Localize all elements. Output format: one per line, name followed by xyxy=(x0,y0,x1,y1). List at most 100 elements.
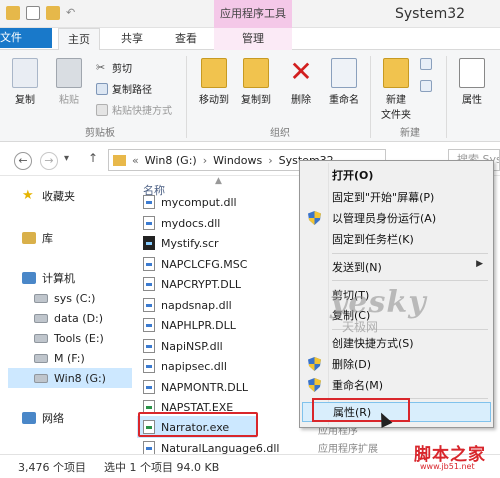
back-button[interactable]: ← xyxy=(14,152,32,170)
menu-item-open[interactable]: 打开(O) xyxy=(302,165,491,185)
nav-item-libraries[interactable]: 库 xyxy=(22,228,152,248)
nav-item-drive-g[interactable]: Win8 (G:) xyxy=(8,368,132,388)
clipboard-group-label: 剪贴板 xyxy=(85,128,115,139)
file-row[interactable]: mydocs.dll xyxy=(143,213,220,233)
delete-button[interactable]: ✕ 删除 xyxy=(286,55,316,107)
window-title: System32 xyxy=(395,6,466,22)
tab-share[interactable]: 共享 xyxy=(114,28,150,50)
move-to-button[interactable]: 移动到 xyxy=(196,58,232,106)
breadcrumb-drive[interactable]: Win8 (G:) xyxy=(145,154,197,167)
nav-item-label: sys (C:) xyxy=(54,291,96,305)
up-arrow-icon[interactable]: ↑ xyxy=(88,151,98,165)
move-to-label: 移动到 xyxy=(199,95,229,106)
drive-icon xyxy=(34,373,48,383)
dll-file-icon xyxy=(143,298,155,312)
file-row[interactable]: NAPMONTR.DLL xyxy=(143,377,248,397)
menu-item-label: 以管理员身份运行(A) xyxy=(332,212,437,225)
cut-button[interactable]: ✂ 剪切 xyxy=(96,60,132,75)
file-name: NapiNSP.dll xyxy=(161,339,223,353)
drive-icon xyxy=(34,353,48,363)
properties-quick-icon[interactable] xyxy=(6,6,20,20)
undo-icon[interactable]: ↶ xyxy=(66,6,78,20)
nav-item-favorites[interactable]: ★ 收藏夹 xyxy=(22,186,152,206)
paste-button[interactable]: 粘贴 xyxy=(54,58,84,106)
tab-home[interactable]: 主页 xyxy=(58,28,100,51)
organize-group-label: 组织 xyxy=(270,128,290,139)
nav-item-network[interactable]: 网络 xyxy=(22,408,152,428)
nav-item-label: M (F:) xyxy=(54,351,85,365)
ribbon-separator xyxy=(370,56,371,138)
copy-path-button[interactable]: 复制路径 xyxy=(96,81,152,96)
dll-file-icon xyxy=(143,339,155,353)
new-document-quick-icon[interactable] xyxy=(26,6,40,20)
new-folder-label-line2: 文件夹 xyxy=(381,110,411,121)
menu-item-pin-taskbar[interactable]: 固定到任务栏(K) xyxy=(302,229,491,249)
dll-file-icon xyxy=(143,277,155,291)
sort-chevron-icon[interactable]: ▲ xyxy=(215,176,222,186)
new-item-button[interactable] xyxy=(420,58,432,70)
tab-view[interactable]: 查看 xyxy=(168,28,204,50)
menu-item-rename[interactable]: 重命名(M) xyxy=(302,375,491,395)
forward-button[interactable]: → xyxy=(40,152,58,170)
paste-shortcut-button[interactable]: 粘贴快捷方式 xyxy=(96,102,172,117)
rename-button[interactable]: 重命名 xyxy=(324,58,364,106)
star-icon: ★ xyxy=(22,188,34,203)
breadcrumb-chevron-icon[interactable]: › xyxy=(203,154,207,167)
rename-label: 重命名 xyxy=(329,95,359,106)
recent-locations-chevron-icon[interactable]: ▾ xyxy=(64,153,69,164)
properties-icon xyxy=(459,58,485,88)
easy-access-button[interactable] xyxy=(420,80,432,92)
new-folder-quick-icon[interactable] xyxy=(46,6,60,20)
menu-item-delete[interactable]: 删除(D) xyxy=(302,354,491,374)
tab-manage[interactable]: 管理 xyxy=(214,28,292,50)
new-group-label: 新建 xyxy=(400,128,420,139)
paste-label: 粘贴 xyxy=(59,95,79,106)
properties-button[interactable]: 属性 xyxy=(456,58,488,106)
file-name: mycomput.dll xyxy=(161,195,237,209)
file-name: NaturalLanguage6.dll xyxy=(161,441,280,455)
file-row[interactable]: napdsnap.dll xyxy=(143,295,232,315)
breadcrumb-chevron-icon[interactable]: › xyxy=(268,154,272,167)
new-folder-button[interactable]: 新建 文件夹 xyxy=(376,58,416,121)
menu-item-send-to[interactable]: 发送到(N) ▶ xyxy=(302,257,491,277)
dll-file-icon xyxy=(143,318,155,332)
dll-file-icon xyxy=(143,441,155,454)
file-row[interactable]: NapiNSP.dll xyxy=(143,336,223,356)
copy-label: 复制 xyxy=(15,95,35,106)
file-row[interactable]: NAPCLCFG.MSC xyxy=(143,254,247,274)
properties-label: 属性 xyxy=(462,95,482,106)
delete-x-icon: ✕ xyxy=(289,55,313,88)
uac-shield-icon xyxy=(308,378,321,392)
nav-item-label: 库 xyxy=(42,232,53,245)
tab-file[interactable]: 文件 xyxy=(0,28,52,48)
library-icon xyxy=(22,232,36,244)
file-name: napipsec.dll xyxy=(161,359,227,373)
file-row[interactable]: mycomput.dll xyxy=(143,192,237,212)
file-name: NAPCLCFG.MSC xyxy=(161,257,248,271)
file-row[interactable]: NAPHLPR.DLL xyxy=(143,315,236,335)
copy-button[interactable]: 复制 xyxy=(10,58,40,106)
computer-icon xyxy=(22,272,36,284)
menu-item-run-as-admin[interactable]: 以管理员身份运行(A) xyxy=(302,208,491,228)
menu-item-pin-start[interactable]: 固定到"开始"屏幕(P) xyxy=(302,187,491,207)
move-to-icon xyxy=(201,58,227,88)
menu-item-create-shortcut[interactable]: 创建快捷方式(S) xyxy=(302,333,491,353)
copy-to-button[interactable]: 复制到 xyxy=(238,58,274,106)
rename-icon xyxy=(331,58,357,88)
address-overflow[interactable]: « xyxy=(132,154,139,167)
uac-shield-icon xyxy=(308,211,321,225)
item-count: 3,476 个项目 xyxy=(18,461,86,474)
site-url: www.jb51.net xyxy=(420,462,475,471)
file-name: NAPCRYPT.DLL xyxy=(161,277,241,291)
navigation-pane: ★ 收藏夹 库 计算机 sys (C:) data (D:) Tools (E:… xyxy=(0,176,132,454)
file-row[interactable]: NaturalLanguage6.dll xyxy=(143,438,279,454)
breadcrumb-windows[interactable]: Windows xyxy=(213,154,262,167)
file-row[interactable]: NAPCRYPT.DLL xyxy=(143,274,241,294)
nav-item-label: 网络 xyxy=(42,412,64,425)
drive-icon xyxy=(34,333,48,343)
file-row[interactable]: Mystify.scr xyxy=(143,233,219,253)
menu-item-label: 发送到(N) xyxy=(332,261,382,274)
file-name: Mystify.scr xyxy=(161,236,219,250)
file-row[interactable]: napipsec.dll xyxy=(143,356,227,376)
nav-item-computer[interactable]: 计算机 xyxy=(22,268,152,288)
